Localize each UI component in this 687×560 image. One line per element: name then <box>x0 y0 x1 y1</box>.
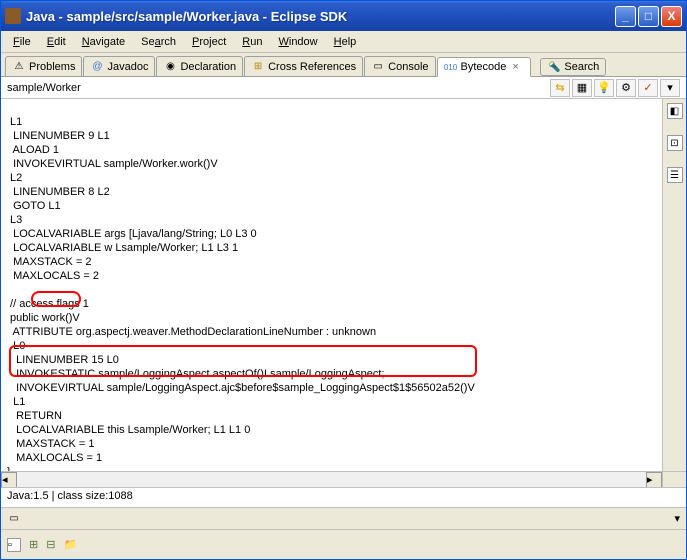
code-line: L1 <box>7 116 22 128</box>
tab-label: Javadoc <box>107 61 148 73</box>
code-line: LOCALVARIABLE args [Ljava/lang/String; L… <box>7 228 257 240</box>
toolbar-buttons: ⇆ ▦ 💡 ⚙ ✓ ▾ <box>550 79 680 97</box>
code-line: } <box>7 466 11 471</box>
code-line: ALOAD 1 <box>7 144 59 156</box>
breadcrumb: sample/Worker <box>7 82 550 94</box>
menu-dropdown-icon[interactable]: ▾ <box>674 512 680 525</box>
code-line: GOTO L1 <box>7 200 61 212</box>
status-bar: Java:1.5 | class size:1088 <box>1 487 686 507</box>
menu-icon[interactable]: ▾ <box>660 79 680 97</box>
tab-label: Console <box>388 61 428 73</box>
code-line: MAXLOCALS = 1 <box>7 452 102 464</box>
link-icon[interactable]: ⇆ <box>550 79 570 97</box>
window-buttons: _ □ X <box>615 6 682 27</box>
scroll-right-icon[interactable]: ▸ <box>646 472 662 488</box>
menubar: File Edit Navigate Search Project Run Wi… <box>1 31 686 53</box>
menu-file[interactable]: File <box>5 34 39 50</box>
menu-edit[interactable]: Edit <box>39 34 74 50</box>
javadoc-icon: @ <box>90 60 104 74</box>
tab-declaration[interactable]: ◉Declaration <box>156 56 243 76</box>
tasks-icon[interactable]: ☰ <box>667 167 683 183</box>
code-line: RETURN <box>7 410 62 422</box>
tab-label: Bytecode <box>461 61 507 73</box>
console-minibar: ▭ ▾ <box>1 507 686 529</box>
close-button[interactable]: X <box>661 6 682 27</box>
menu-help[interactable]: Help <box>326 34 365 50</box>
tab-label: Declaration <box>180 61 236 73</box>
menu-window[interactable]: Window <box>270 34 325 50</box>
console-mini-icon[interactable]: ▭ <box>7 512 21 526</box>
hierarchy-icon[interactable]: ⊟ <box>46 538 55 551</box>
code-line: LINENUMBER 9 L1 <box>7 130 110 142</box>
bytecode-view[interactable]: L1 LINENUMBER 9 L1 ALOAD 1 INVOKEVIRTUAL… <box>1 99 662 471</box>
search-icon: 🔦 <box>547 60 561 74</box>
verify-icon[interactable]: ✓ <box>638 79 658 97</box>
code-line: INVOKEVIRTUAL sample/Worker.work()V <box>7 158 218 170</box>
status-text: Java:1.5 | class size:1088 <box>7 490 133 502</box>
menu-project[interactable]: Project <box>184 34 234 50</box>
code-line: INVOKEVIRTUAL sample/LoggingAspect.ajc$b… <box>7 382 475 394</box>
crossrefs-icon: ⊞ <box>251 60 265 74</box>
tab-label: Cross References <box>268 61 356 73</box>
restore-icon[interactable]: ◧ <box>667 103 683 119</box>
right-toolbar: ◧ ⊡ ☰ <box>662 99 686 471</box>
minimize-button[interactable]: _ <box>615 6 636 27</box>
code-line: LOCALVARIABLE this Lsample/Worker; L1 L1… <box>7 424 250 436</box>
console-icon: ▭ <box>371 60 385 74</box>
tab-search[interactable]: 🔦Search <box>540 58 606 76</box>
declaration-icon: ◉ <box>163 60 177 74</box>
tab-bytecode[interactable]: 010Bytecode × <box>437 57 532 77</box>
problems-icon: ⚠ <box>12 60 26 74</box>
content-area: L1 LINENUMBER 9 L1 ALOAD 1 INVOKEVIRTUAL… <box>1 99 686 471</box>
raw-icon[interactable]: ▦ <box>572 79 592 97</box>
toolbar: sample/Worker ⇆ ▦ 💡 ⚙ ✓ ▾ <box>1 77 686 99</box>
menu-search[interactable]: Search <box>133 34 184 50</box>
nav-icon[interactable]: 📁 <box>63 538 77 551</box>
show-view-icon[interactable]: ▫ <box>7 538 21 552</box>
eclipse-window: Java - sample/src/sample/Worker.java - E… <box>0 0 687 560</box>
outline-icon[interactable]: ⊡ <box>667 135 683 151</box>
window-title: Java - sample/src/sample/Worker.java - E… <box>26 9 615 24</box>
code-line: ATTRIBUTE org.aspectj.weaver.MethodDecla… <box>7 326 376 338</box>
tab-crossrefs[interactable]: ⊞Cross References <box>244 56 363 76</box>
close-icon[interactable]: × <box>512 61 524 73</box>
asm-icon[interactable]: ⚙ <box>616 79 636 97</box>
hint-icon[interactable]: 💡 <box>594 79 614 97</box>
scroll-left-icon[interactable]: ◂ <box>1 472 17 488</box>
menu-run[interactable]: Run <box>234 34 270 50</box>
highlight-oval <box>31 291 81 307</box>
code-line: MAXSTACK = 1 <box>7 438 95 450</box>
app-icon <box>5 8 21 24</box>
code-line: L3 <box>7 214 22 226</box>
code-line: LINENUMBER 8 L2 <box>7 186 110 198</box>
tab-javadoc[interactable]: @Javadoc <box>83 56 155 76</box>
bytecode-icon: 010 <box>444 60 458 74</box>
titlebar[interactable]: Java - sample/src/sample/Worker.java - E… <box>1 1 686 31</box>
perspective-bar: ▫ ⊞ ⊟ 📁 <box>1 529 686 559</box>
highlight-rect <box>9 345 477 377</box>
maximize-button[interactable]: □ <box>638 6 659 27</box>
code-line: public work()V <box>7 312 80 324</box>
view-tabbar: ⚠Problems @Javadoc ◉Declaration ⊞Cross R… <box>1 53 686 77</box>
horizontal-scrollbar[interactable]: ◂ ▸ <box>1 471 686 487</box>
code-line: MAXSTACK = 2 <box>7 256 91 268</box>
tab-console[interactable]: ▭Console <box>364 56 435 76</box>
tab-label: Search <box>564 61 599 73</box>
code-line: L2 <box>7 172 22 184</box>
tab-label: Problems <box>29 61 75 73</box>
code-line: LOCALVARIABLE w Lsample/Worker; L1 L3 1 <box>7 242 238 254</box>
menu-navigate[interactable]: Navigate <box>74 34 133 50</box>
pkg-icon[interactable]: ⊞ <box>29 538 38 551</box>
code-line: MAXLOCALS = 2 <box>7 270 99 282</box>
tab-problems[interactable]: ⚠Problems <box>5 56 82 76</box>
scroll-track[interactable] <box>17 472 646 487</box>
code-line: L1 <box>7 396 25 408</box>
